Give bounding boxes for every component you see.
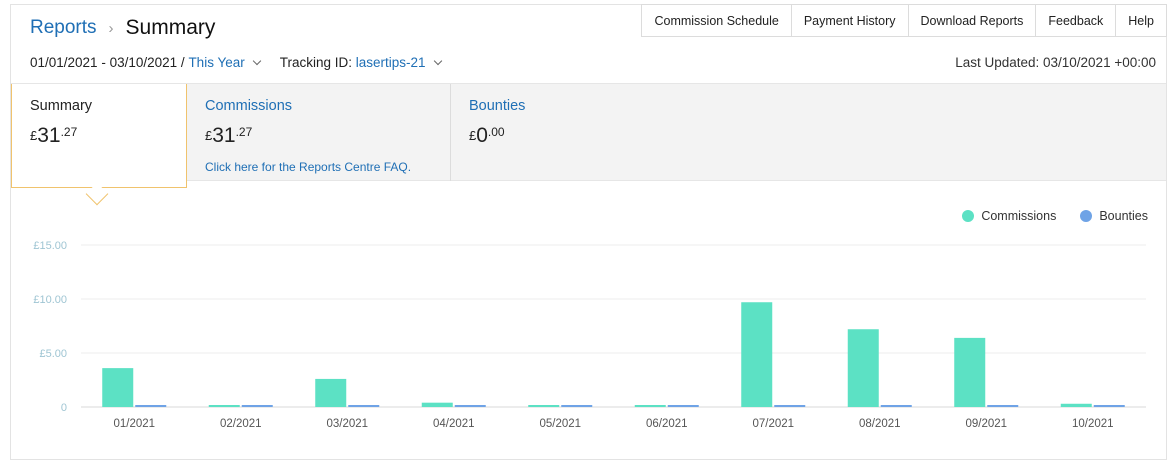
x-tick-label: 08/2021 xyxy=(859,418,901,430)
bounties-bar xyxy=(987,405,1019,407)
bounties-bar xyxy=(774,405,806,407)
earnings-bar-chart: 0 £5.00 £10.00 £15.00 01/2021 02/2021 03/2021 0… xyxy=(33,240,1146,430)
y-tick-label: 0 xyxy=(61,402,67,414)
x-tick-label: 07/2021 xyxy=(752,418,794,430)
commissions-bar xyxy=(315,378,347,407)
commissions-bar xyxy=(421,402,453,407)
x-tick-label: 04/2021 xyxy=(433,418,475,430)
bounties-bar xyxy=(880,405,912,407)
bounties-bar xyxy=(241,405,273,407)
x-tick-label: 09/2021 xyxy=(965,418,1007,430)
x-tick-label: 01/2021 xyxy=(113,418,155,430)
bounties-bar xyxy=(561,405,593,407)
y-tick-label: £5.00 xyxy=(39,348,67,360)
reports-summary-panel: Reports › Summary Commission Schedule Pa… xyxy=(10,4,1167,460)
commissions-bar xyxy=(847,329,879,407)
x-tick-label: 02/2021 xyxy=(220,418,262,430)
commissions-bar xyxy=(634,405,666,407)
x-tick-label: 05/2021 xyxy=(539,418,581,430)
commissions-bar xyxy=(208,405,240,407)
x-tick-label: 03/2021 xyxy=(326,418,368,430)
bounties-bar xyxy=(1093,405,1125,407)
x-tick-label: 10/2021 xyxy=(1072,418,1114,430)
commissions-bar xyxy=(1060,403,1092,407)
commissions-bar xyxy=(102,368,134,407)
commissions-bar xyxy=(954,337,986,407)
x-tick-label: 06/2021 xyxy=(646,418,688,430)
bounties-bar xyxy=(348,405,380,407)
y-tick-label: £15.00 xyxy=(33,240,67,252)
bounties-bar xyxy=(135,405,167,407)
bounties-bar xyxy=(667,405,699,407)
commissions-bar xyxy=(528,405,560,407)
commissions-bar xyxy=(741,302,773,407)
bounties-bar xyxy=(454,405,486,407)
y-tick-label: £10.00 xyxy=(33,294,67,306)
